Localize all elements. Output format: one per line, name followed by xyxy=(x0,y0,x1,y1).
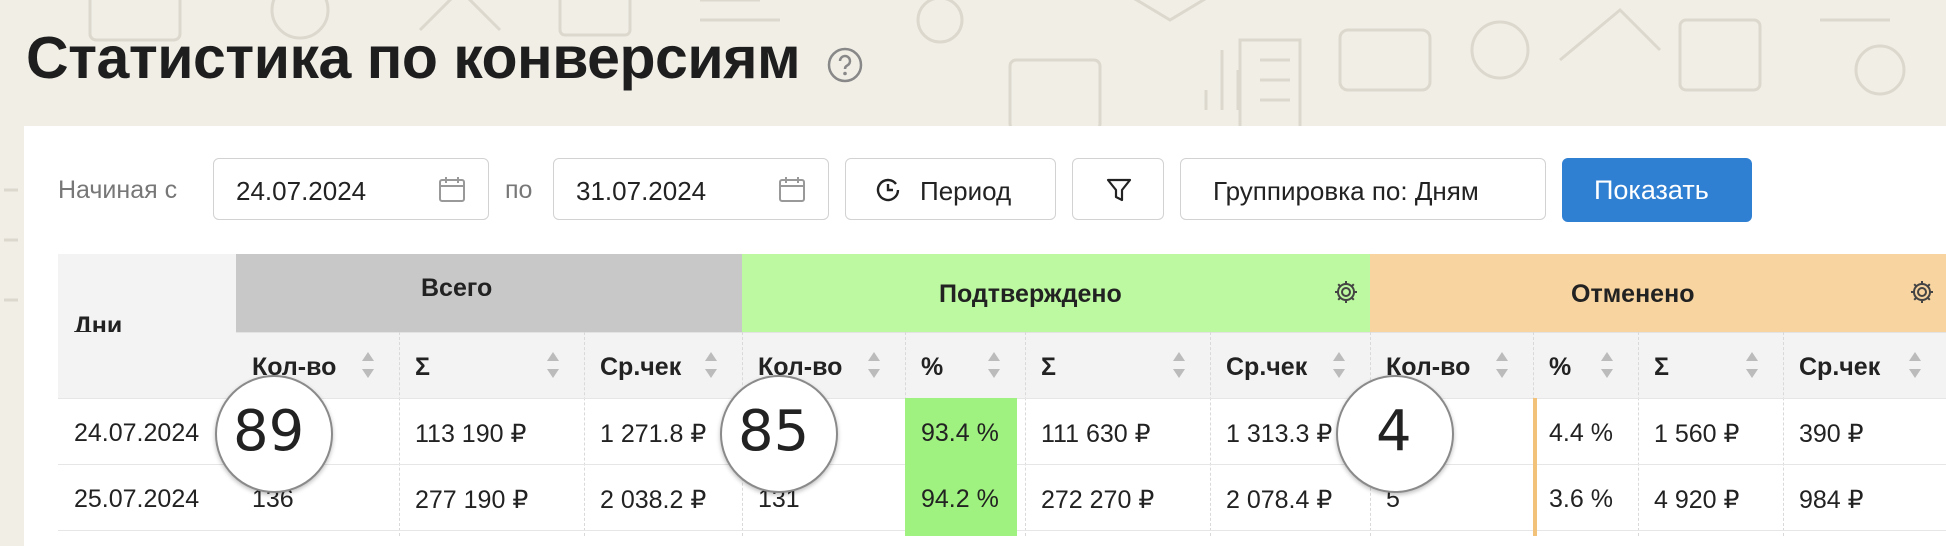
conversions-table: Дни Всего Подтверждено Отменено Кол-во Σ… xyxy=(58,254,1946,536)
calendar-icon xyxy=(779,177,805,202)
table-row[interactable]: 24.07.2024 113 190 ₽ 1 271.8 ₽ 93.4 % 11… xyxy=(58,399,1946,464)
sort-icon[interactable] xyxy=(1600,350,1614,380)
sort-icon[interactable] xyxy=(987,350,1001,380)
total-sum-cell: 277 190 ₽ xyxy=(415,486,529,514)
funnel-icon xyxy=(1106,178,1132,202)
confirmed-sum-cell: 272 270 ₽ xyxy=(1041,486,1155,514)
period-label: Период xyxy=(920,176,1012,206)
question-circle-icon[interactable] xyxy=(826,46,864,84)
gear-icon[interactable] xyxy=(1332,278,1360,306)
gear-icon[interactable] xyxy=(1908,278,1936,306)
calendar-icon xyxy=(439,177,465,202)
table-row[interactable]: 25.07.2024 136 277 190 ₽ 2 038.2 ₽ 131 9… xyxy=(58,465,1946,530)
callout-value: 85 xyxy=(738,399,810,464)
cancelled-percent-cell: 3.6 % xyxy=(1549,485,1613,513)
col-header-total-avg[interactable]: Ср.чек xyxy=(584,332,742,398)
group-label: Всего xyxy=(421,274,493,302)
col-header-confirmed-percent[interactable]: % xyxy=(905,332,1025,398)
grouping-button[interactable]: Группировка по: Дням xyxy=(1180,158,1546,220)
confirmed-percent-cell: 93.4 % xyxy=(921,419,999,447)
callout-value: 4 xyxy=(1376,399,1412,464)
sort-icon[interactable] xyxy=(1332,350,1346,380)
filter-button[interactable] xyxy=(1072,158,1164,220)
sort-icon[interactable] xyxy=(1908,350,1922,380)
total-avg-cell: 1 271.8 ₽ xyxy=(600,420,707,448)
group-header-cancelled: Отменено xyxy=(1370,254,1946,332)
col-header-confirmed-avg[interactable]: Ср.чек xyxy=(1210,332,1370,398)
cancelled-avg-cell: 390 ₽ xyxy=(1799,420,1864,448)
grouping-label: Группировка по: Дням xyxy=(1213,176,1479,206)
zoom-callout-total-count: 89 xyxy=(215,375,333,493)
col-header-cancelled-percent[interactable]: % xyxy=(1533,332,1638,398)
show-button[interactable]: Показать xyxy=(1562,158,1752,222)
period-button[interactable]: Период xyxy=(845,158,1056,220)
confirmed-avg-cell: 2 078.4 ₽ xyxy=(1226,486,1333,514)
row-date: 25.07.2024 xyxy=(74,485,200,513)
group-label: Подтверждено xyxy=(939,280,1122,308)
sort-icon[interactable] xyxy=(704,350,718,380)
sort-icon[interactable] xyxy=(361,350,375,380)
confirmed-percent-cell: 94.2 % xyxy=(921,485,999,513)
callout-value: 89 xyxy=(233,399,305,464)
cancelled-percent-cell: 4.4 % xyxy=(1549,419,1613,447)
cancelled-sum-cell: 4 920 ₽ xyxy=(1654,486,1740,514)
confirmed-sum-cell: 111 630 ₽ xyxy=(1041,420,1151,448)
cancelled-sum-cell: 1 560 ₽ xyxy=(1654,420,1740,448)
group-header-total: Всего xyxy=(236,254,742,332)
to-label: по xyxy=(505,176,533,204)
sort-icon[interactable] xyxy=(546,350,560,380)
from-date-value: 24.07.2024 xyxy=(236,176,367,206)
show-label: Показать xyxy=(1594,175,1709,205)
group-label: Отменено xyxy=(1571,280,1695,308)
filter-bar: Начиная с 24.07.2024 по 31.07.2024 Перио… xyxy=(58,158,1758,222)
to-date-value: 31.07.2024 xyxy=(576,176,707,206)
total-sum-cell: 113 190 ₽ xyxy=(415,420,527,448)
sort-icon[interactable] xyxy=(1172,350,1186,380)
to-date-input[interactable]: 31.07.2024 xyxy=(553,158,829,220)
zoom-callout-cancelled-count: 4 xyxy=(1336,375,1454,493)
row-date: 24.07.2024 xyxy=(74,419,200,447)
page-title: Статистика по конверсиям xyxy=(26,25,801,91)
group-header-confirmed: Подтверждено xyxy=(742,254,1370,332)
zoom-callout-confirmed-count: 85 xyxy=(720,375,838,493)
sort-icon[interactable] xyxy=(867,350,881,380)
from-date-input[interactable]: 24.07.2024 xyxy=(213,158,489,220)
total-avg-cell: 2 038.2 ₽ xyxy=(600,486,707,514)
sort-icon[interactable] xyxy=(1495,350,1509,380)
clock-icon xyxy=(876,178,900,202)
col-header-cancelled-sum[interactable]: Σ xyxy=(1638,332,1783,398)
from-label: Начиная с xyxy=(58,176,178,204)
cancelled-avg-cell: 984 ₽ xyxy=(1799,486,1864,514)
sort-icon[interactable] xyxy=(1745,350,1759,380)
